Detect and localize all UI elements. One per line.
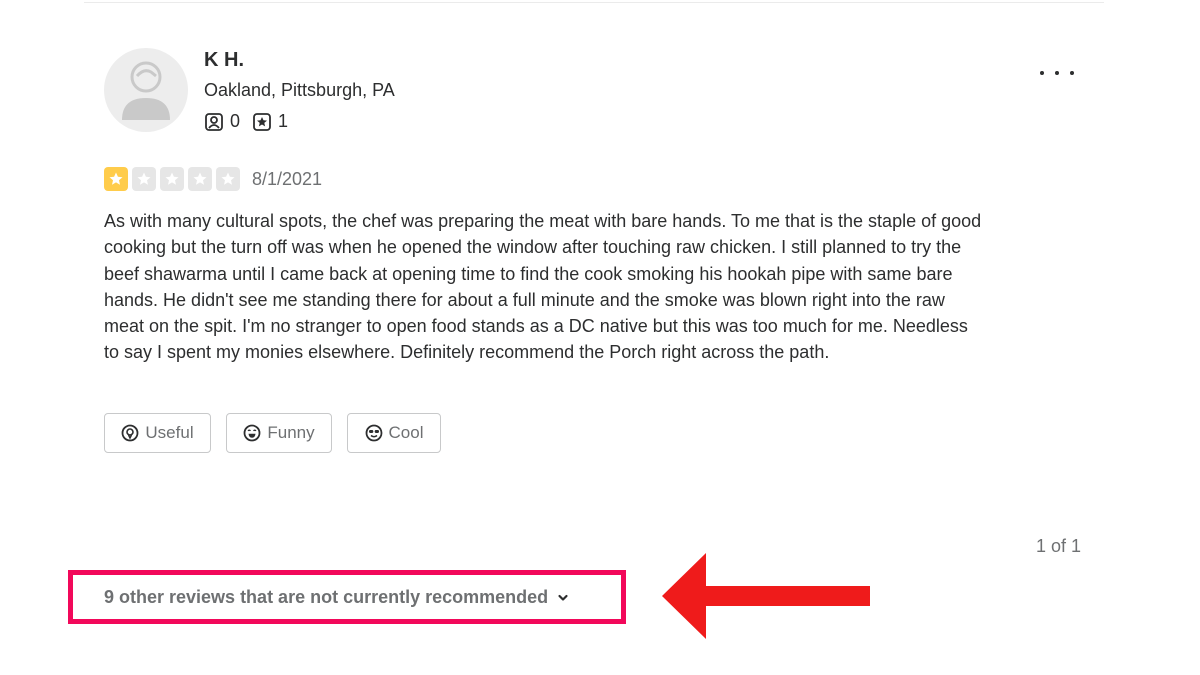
cool-label: Cool xyxy=(388,423,424,442)
user-location: Oakland, Pittsburgh, PA xyxy=(204,80,395,100)
star-empty-icon xyxy=(188,167,212,191)
review-star-icon xyxy=(253,112,271,131)
red-arrow-annotation xyxy=(662,553,870,639)
chevron-down-icon xyxy=(558,594,568,601)
useful-label: Useful xyxy=(145,423,194,442)
rating-row: 8/1/2021 xyxy=(104,167,322,191)
default-avatar-icon xyxy=(122,61,170,120)
star-empty-icon xyxy=(132,167,156,191)
reviews-stat: 1 xyxy=(252,111,288,132)
cool-icon xyxy=(365,424,382,442)
user-name[interactable]: K H. xyxy=(204,49,244,72)
star-empty-icon xyxy=(216,167,240,191)
user-stats: 0 1 xyxy=(204,111,300,132)
more-options-button[interactable] xyxy=(1040,62,1074,84)
review-date: 8/1/2021 xyxy=(252,168,323,189)
funny-icon xyxy=(243,424,261,442)
not-recommended-label: 9 other reviews that are not currently r… xyxy=(104,587,549,607)
useful-icon xyxy=(122,424,139,442)
funny-label: Funny xyxy=(267,423,315,442)
star-rating xyxy=(104,167,244,191)
funny-button[interactable]: Funny xyxy=(226,413,332,453)
friends-count: 0 xyxy=(230,111,241,131)
top-divider xyxy=(84,2,1104,3)
friends-stat: 0 xyxy=(204,111,240,132)
useful-button[interactable]: Useful xyxy=(104,413,211,453)
star-filled-icon xyxy=(104,167,128,191)
more-dot xyxy=(1070,71,1074,75)
pagination-label: 1 of 1 xyxy=(1036,536,1082,556)
user-avatar[interactable] xyxy=(104,48,188,132)
review-text: As with many cultural spots, the chef wa… xyxy=(104,211,982,363)
more-horizontal-icon xyxy=(1040,71,1044,75)
not-recommended-reviews-link[interactable]: 9 other reviews that are not currently r… xyxy=(104,587,570,608)
cool-button[interactable]: Cool xyxy=(347,413,441,453)
reviews-count: 1 xyxy=(278,111,289,131)
star-empty-icon xyxy=(160,167,184,191)
friends-icon xyxy=(205,112,223,131)
more-dot xyxy=(1055,71,1059,75)
